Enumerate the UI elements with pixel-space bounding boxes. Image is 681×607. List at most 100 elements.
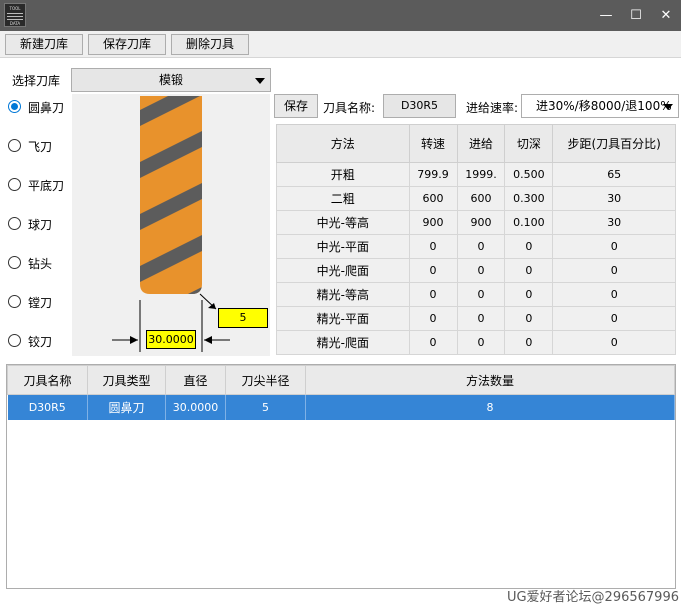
table-row[interactable]: 精光-等高 0 0 0 0	[276, 282, 676, 307]
table-cell[interactable]: 0	[456, 330, 506, 355]
table-cell[interactable]: 开粗	[276, 162, 410, 187]
table-cell[interactable]: 8	[305, 394, 675, 420]
radio-bull-nose[interactable]: 圆鼻刀	[8, 98, 68, 116]
table-cell[interactable]: 0	[504, 306, 554, 331]
app-icon: TOOL DATA	[4, 3, 26, 27]
radio-button[interactable]	[8, 100, 21, 113]
table-cell[interactable]: 0	[408, 306, 458, 331]
radio-label: 圆鼻刀	[28, 101, 65, 115]
minimize-button[interactable]: —	[591, 0, 621, 31]
close-button[interactable]: ✕	[651, 0, 681, 31]
table-row[interactable]: 精光-平面 0 0 0 0	[276, 306, 676, 331]
table-cell[interactable]: 0	[552, 330, 676, 355]
table-cell[interactable]: 0	[552, 258, 676, 283]
table-cell[interactable]: 30.0000	[165, 394, 226, 420]
table-row[interactable]: 精光-爬面 0 0 0 0	[276, 330, 676, 355]
table-row[interactable]: 中光-平面 0 0 0 0	[276, 234, 676, 259]
table-cell[interactable]: 5	[225, 394, 306, 420]
maximize-button[interactable]: ☐	[621, 0, 651, 31]
table-cell[interactable]: 中光-爬面	[276, 258, 410, 283]
table-cell[interactable]: D30R5	[7, 394, 88, 420]
feed-rate-value: 进30%/移8000/退100%	[536, 99, 672, 113]
table-cell[interactable]: 65	[552, 162, 676, 187]
table-cell[interactable]: 0.500	[504, 162, 554, 187]
radio-button[interactable]	[8, 256, 21, 269]
radio-reamer[interactable]: 铰刀	[8, 332, 68, 350]
table-row[interactable]: D30R5 圆鼻刀 30.0000 5 8	[7, 394, 675, 420]
table-cell[interactable]: 600	[456, 186, 506, 211]
radio-button[interactable]	[8, 217, 21, 230]
chevron-down-icon	[255, 78, 265, 84]
radio-flat-end[interactable]: 平底刀	[8, 176, 68, 194]
save-tool-button[interactable]: 保存	[274, 94, 318, 118]
table-cell[interactable]: 0	[504, 234, 554, 259]
table-cell[interactable]: 0	[552, 234, 676, 259]
table-cell[interactable]: 0	[408, 330, 458, 355]
table-cell[interactable]: 0	[552, 306, 676, 331]
column-header[interactable]: 方法	[276, 124, 410, 163]
table-row[interactable]: 二粗 600 600 0.300 30	[276, 186, 676, 211]
delete-tool-button[interactable]: 删除刀具	[171, 34, 249, 55]
table-cell[interactable]: 0	[456, 306, 506, 331]
column-header[interactable]: 方法数量	[305, 365, 675, 395]
table-row[interactable]: 开粗 799.9 1999. 0.500 65	[276, 162, 676, 187]
table-cell[interactable]: 中光-平面	[276, 234, 410, 259]
table-cell[interactable]: 900	[456, 210, 506, 235]
library-select[interactable]: 模锻	[71, 68, 271, 92]
feed-rate-select[interactable]: 进30%/移8000/退100%	[521, 94, 679, 118]
table-cell[interactable]: 0	[504, 258, 554, 283]
table-row[interactable]: 中光-爬面 0 0 0 0	[276, 258, 676, 283]
table-cell[interactable]: 30	[552, 210, 676, 235]
table-cell[interactable]: 圆鼻刀	[87, 394, 166, 420]
radio-label: 钻头	[28, 257, 53, 271]
column-header[interactable]: 转速	[408, 124, 458, 163]
column-header[interactable]: 进给	[456, 124, 506, 163]
column-header[interactable]: 切深	[504, 124, 554, 163]
table-cell[interactable]: 799.9	[408, 162, 458, 187]
table-cell[interactable]: 0	[456, 258, 506, 283]
table-cell[interactable]: 0	[456, 234, 506, 259]
radio-drill[interactable]: 钻头	[8, 254, 68, 272]
table-cell[interactable]: 0	[456, 282, 506, 307]
table-cell[interactable]: 900	[408, 210, 458, 235]
radio-button[interactable]	[8, 295, 21, 308]
table-cell[interactable]: 0	[504, 330, 554, 355]
radio-ball-end[interactable]: 球刀	[8, 215, 68, 233]
table-cell[interactable]: 0	[408, 258, 458, 283]
table-cell[interactable]: 精光-等高	[276, 282, 410, 307]
tools-table-panel[interactable]: 刀具名称 刀具类型 直径 刀尖半径 方法数量 D30R5 圆鼻刀 30.0000…	[6, 364, 676, 589]
column-header[interactable]: 刀尖半径	[225, 365, 306, 395]
table-cell[interactable]: 精光-爬面	[276, 330, 410, 355]
radio-button[interactable]	[8, 139, 21, 152]
table-cell[interactable]: 1999.	[456, 162, 506, 187]
table-cell[interactable]: 0	[408, 282, 458, 307]
table-cell[interactable]: 中光-等高	[276, 210, 410, 235]
table-cell[interactable]: 0	[408, 234, 458, 259]
table-cell[interactable]: 0	[552, 282, 676, 307]
watermark: UG爱好者论坛@296567996	[506, 590, 679, 605]
radio-boring[interactable]: 镗刀	[8, 293, 68, 311]
library-label: 选择刀库	[12, 74, 61, 88]
table-cell[interactable]: 30	[552, 186, 676, 211]
column-header[interactable]: 直径	[165, 365, 226, 395]
feed-rate-label: 进给速率:	[466, 101, 519, 115]
column-header[interactable]: 刀具类型	[87, 365, 166, 395]
radio-button[interactable]	[8, 178, 21, 191]
column-header[interactable]: 刀具名称	[7, 365, 88, 395]
toolbar: 新建刀库 保存刀库 删除刀具	[0, 31, 681, 58]
table-cell[interactable]: 0.300	[504, 186, 554, 211]
new-library-button[interactable]: 新建刀库	[5, 34, 83, 55]
table-cell[interactable]: 600	[408, 186, 458, 211]
tool-name-field[interactable]: D30R5	[383, 94, 456, 118]
table-cell[interactable]: 0	[504, 282, 554, 307]
column-header[interactable]: 步距(刀具百分比)	[552, 124, 676, 163]
table-cell[interactable]: 0.100	[504, 210, 554, 235]
save-library-button[interactable]: 保存刀库	[88, 34, 166, 55]
table-row[interactable]: 中光-等高 900 900 0.100 30	[276, 210, 676, 235]
table-cell[interactable]: 二粗	[276, 186, 410, 211]
table-cell[interactable]: 精光-平面	[276, 306, 410, 331]
radio-fly-cutter[interactable]: 飞刀	[8, 137, 68, 155]
radio-button[interactable]	[8, 334, 21, 347]
tools-header-row: 刀具名称 刀具类型 直径 刀尖半径 方法数量	[7, 365, 675, 395]
tool-preview: 5 30.0000	[72, 94, 270, 356]
